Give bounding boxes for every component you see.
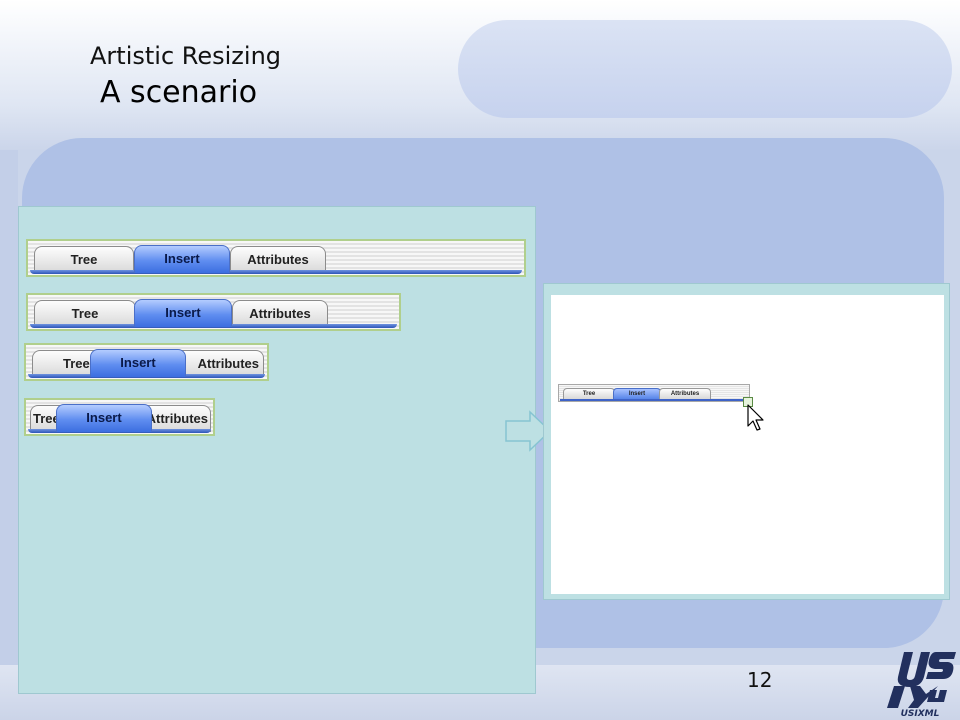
tab-attributes[interactable]: Attributes: [230, 246, 326, 273]
header-decoration: [458, 20, 952, 118]
usixml-logo: USIXML: [887, 652, 956, 718]
tabbar-example-2: Tree Insert Attributes: [26, 293, 401, 331]
tab-insert[interactable]: Insert: [90, 349, 186, 377]
tabbar-example-3: Tree Insert Attributes: [24, 343, 269, 381]
svg-text:USIXML: USIXML: [901, 709, 940, 718]
slide-subtitle: A scenario: [100, 75, 258, 110]
tab-insert[interactable]: Insert: [134, 299, 232, 327]
left-decoration: [0, 150, 18, 665]
tab-attributes[interactable]: Attributes: [232, 300, 328, 327]
resize-examples-panel: [18, 206, 536, 694]
slide-title: Artistic Resizing: [90, 42, 282, 70]
tab-insert[interactable]: Insert: [134, 245, 230, 273]
tabbar-example-1: Tree Insert Attributes: [26, 239, 526, 277]
preview-tabbar: Tree Insert Attributes: [558, 384, 750, 402]
tabbar-baseline: [30, 270, 522, 274]
tabbar-baseline: [560, 399, 748, 401]
tab-insert[interactable]: Insert: [56, 404, 152, 432]
tab-tree[interactable]: Tree: [34, 246, 134, 273]
mouse-pointer-icon: [747, 404, 764, 431]
tabbar-example-4: Tree Insert Attributes: [24, 398, 215, 436]
page-number: 12: [747, 668, 773, 692]
tab-tree[interactable]: Tree: [34, 300, 136, 327]
preview-canvas: [551, 295, 944, 594]
